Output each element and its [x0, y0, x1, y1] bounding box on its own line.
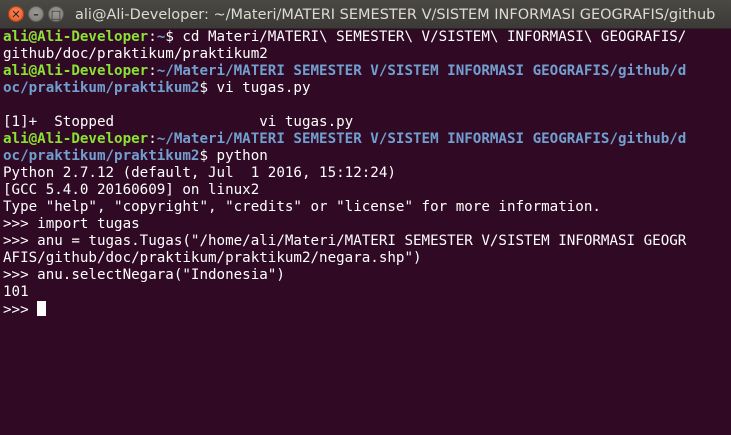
- terminal-line: ali@Ali-Developer:~$ cd Materi/MATERI\ S…: [3, 29, 729, 46]
- prompt-path: ~/Materi/MATERI SEMESTER V/SISTEM INFORM…: [156, 131, 687, 147]
- text-cursor: [37, 301, 47, 316]
- prompt-path: ~/Materi/MATERI SEMESTER V/SISTEM INFORM…: [156, 63, 687, 79]
- output-text: Python 2.7.12 (default, Jul 1 2016, 15:1…: [3, 165, 396, 181]
- command-text: $ cd Materi/MATERI\ SEMESTER\ V/SISTEM\ …: [165, 29, 687, 45]
- terminal-line: ali@Ali-Developer:~/Materi/MATERI SEMEST…: [3, 131, 729, 148]
- terminal-window: ✕ – □ ali@Ali-Developer: ~/Materi/MATERI…: [0, 0, 731, 435]
- title-bar[interactable]: ✕ – □ ali@Ali-Developer: ~/Materi/MATERI…: [0, 0, 731, 29]
- terminal-output[interactable]: ali@Ali-Developer:~$ cd Materi/MATERI\ S…: [3, 29, 729, 433]
- terminal-line: >>>: [3, 301, 729, 318]
- window-title: ali@Ali-Developer: ~/Materi/MATERI SEMES…: [75, 7, 716, 23]
- output-text: Type "help", "copyright", "credits" or "…: [3, 199, 601, 215]
- output-text: >>> import tugas: [3, 216, 140, 232]
- terminal-line: github/doc/praktikum/praktikum2: [3, 46, 729, 63]
- terminal-line: Python 2.7.12 (default, Jul 1 2016, 15:1…: [3, 165, 729, 182]
- terminal-line: >>> import tugas: [3, 216, 729, 233]
- output-text: [1]+ Stopped vi tugas.py: [3, 114, 354, 130]
- output-text: AFIS/github/doc/praktikum/praktikum2/neg…: [3, 250, 422, 266]
- terminal-line: [GCC 5.4.0 20160609] on linux2: [3, 182, 729, 199]
- output-text: 101: [3, 284, 29, 300]
- prompt-separator: :: [148, 29, 157, 45]
- terminal-line: ali@Ali-Developer:~/Materi/MATERI SEMEST…: [3, 63, 729, 80]
- command-text: $ vi tugas.py: [199, 80, 311, 96]
- terminal-line: oc/praktikum/praktikum2$ python: [3, 148, 729, 165]
- prompt-user: ali@Ali-Developer: [3, 29, 149, 45]
- terminal-line: AFIS/github/doc/praktikum/praktikum2/neg…: [3, 250, 729, 267]
- prompt-user: ali@Ali-Developer: [3, 131, 149, 147]
- prompt-path: oc/praktikum/praktikum2: [3, 80, 200, 96]
- terminal-line: oc/praktikum/praktikum2$ vi tugas.py: [3, 80, 729, 97]
- maximize-icon[interactable]: □: [48, 6, 64, 22]
- prompt-separator: :: [148, 131, 157, 147]
- output-text: >>> anu.selectNegara("Indonesia"): [3, 267, 285, 283]
- minimize-icon[interactable]: –: [28, 6, 44, 22]
- terminal-line: [1]+ Stopped vi tugas.py: [3, 114, 729, 131]
- close-icon[interactable]: ✕: [8, 6, 24, 22]
- terminal-line: Type "help", "copyright", "credits" or "…: [3, 199, 729, 216]
- prompt-path: oc/praktikum/praktikum2: [3, 148, 200, 164]
- terminal-line: >>> anu.selectNegara("Indonesia"): [3, 267, 729, 284]
- output-text: >>>: [3, 302, 38, 318]
- output-text: [GCC 5.4.0 20160609] on linux2: [3, 182, 260, 198]
- command-text: $ python: [199, 148, 268, 164]
- prompt-user: ali@Ali-Developer: [3, 63, 149, 79]
- output-text: github/doc/praktikum/praktikum2: [3, 46, 268, 62]
- terminal-line: 101: [3, 284, 729, 301]
- terminal-line: >>> anu = tugas.Tugas("/home/ali/Materi/…: [3, 233, 729, 250]
- prompt-separator: :: [148, 63, 157, 79]
- output-text: >>> anu = tugas.Tugas("/home/ali/Materi/…: [3, 233, 687, 249]
